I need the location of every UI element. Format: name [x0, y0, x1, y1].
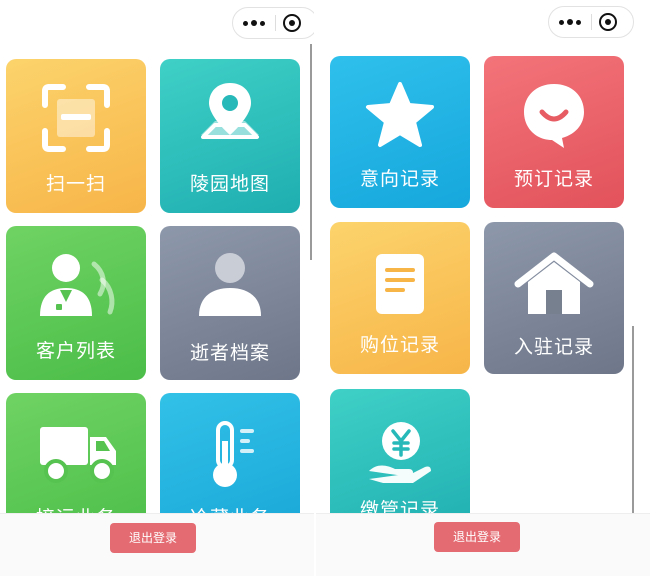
tile-label: 预订记录	[513, 168, 594, 190]
document-icon	[376, 254, 424, 314]
house-icon	[514, 252, 594, 314]
star-icon	[366, 82, 434, 147]
tile-label: 购位记录	[359, 334, 440, 356]
left-screen: 扫一扫 陵园地图 客户列表 逝者档案 退出登录	[0, 0, 314, 576]
tile-cemetery-map[interactable]: 陵园地图	[160, 59, 300, 213]
scrollbar[interactable]	[310, 44, 312, 260]
tile-label: 扫一扫	[45, 173, 106, 195]
top-bar	[0, 0, 314, 40]
yuan-hand-icon	[369, 422, 431, 483]
tile-label: 客户列表	[35, 340, 116, 362]
bottom-bar: 退出登录	[0, 513, 314, 576]
tile-deceased-archive[interactable]: 逝者档案	[160, 226, 300, 380]
tile-customer-list[interactable]: 客户列表	[6, 226, 146, 380]
truck-icon	[40, 427, 116, 483]
capsule-divider	[275, 15, 276, 31]
map-pin-icon	[201, 83, 259, 139]
right-screen: 意向记录 预订记录 购位记录 入驻记录 缴管记录 退出登录	[316, 0, 650, 576]
scan-icon	[42, 84, 110, 152]
more-dots-icon[interactable]	[233, 8, 275, 38]
tile-label: 逝者档案	[189, 342, 270, 364]
tile-label: 陵园地图	[189, 173, 270, 195]
tile-scan[interactable]: 扫一扫	[6, 59, 146, 213]
smile-bubble-icon	[524, 84, 584, 148]
capsule-divider	[591, 14, 592, 30]
tile-reservation-records[interactable]: 预订记录	[484, 56, 624, 208]
logout-button[interactable]: 退出登录	[110, 523, 196, 553]
target-circle-icon[interactable]	[283, 14, 301, 32]
target-circle-icon[interactable]	[599, 13, 617, 31]
tile-checkin-records[interactable]: 入驻记录	[484, 222, 624, 374]
tile-intention-records[interactable]: 意向记录	[330, 56, 470, 208]
person-icon	[199, 253, 261, 316]
more-dots-icon[interactable]	[549, 7, 591, 37]
tile-purchase-records[interactable]: 购位记录	[330, 222, 470, 374]
mini-program-capsule	[232, 7, 314, 39]
bottom-bar: 退出登录	[316, 513, 650, 576]
mini-program-capsule	[548, 6, 634, 38]
tile-label: 意向记录	[359, 168, 440, 190]
top-bar	[316, 0, 650, 40]
logout-button[interactable]: 退出登录	[434, 522, 520, 552]
customers-icon	[40, 254, 115, 316]
tile-label: 入驻记录	[513, 336, 594, 358]
scrollbar[interactable]	[632, 326, 634, 542]
thermometer-icon	[213, 421, 254, 487]
